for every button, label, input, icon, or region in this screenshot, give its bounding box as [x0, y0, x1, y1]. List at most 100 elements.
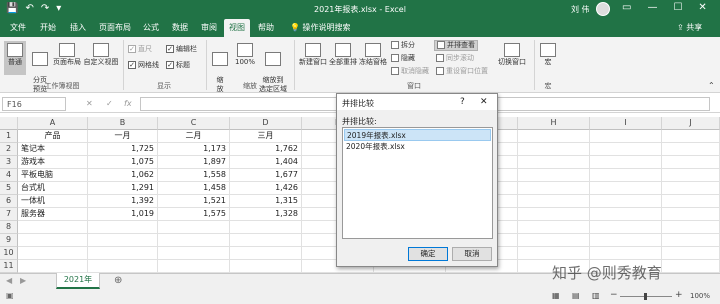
headings-checkbox[interactable]: ✓ 标题 — [166, 61, 190, 70]
insert-function-icon[interactable]: fx — [124, 99, 132, 108]
user-name[interactable]: 刘 伟 — [571, 4, 590, 15]
table-cell[interactable] — [18, 247, 88, 260]
table-cell[interactable] — [590, 234, 662, 247]
table-cell[interactable] — [590, 130, 662, 143]
table-cell[interactable]: 1,062 — [88, 169, 158, 182]
ruler-checkbox[interactable]: ✓ 直尺 — [128, 45, 152, 54]
table-cell[interactable] — [518, 143, 590, 156]
sheet-tab-2021[interactable]: 2021年 — [56, 273, 100, 289]
table-cell[interactable] — [518, 130, 590, 143]
list-item[interactable]: 2020年报表.xlsx — [344, 141, 491, 153]
table-cell[interactable] — [158, 221, 230, 234]
share-button[interactable]: ⇪ 共享 — [677, 22, 702, 33]
macro-record-icon[interactable]: ▣ — [6, 291, 14, 300]
custom-views-button[interactable]: 自定义视图 — [82, 43, 120, 67]
table-cell[interactable] — [662, 260, 720, 273]
table-cell[interactable]: 1,392 — [88, 195, 158, 208]
row-header[interactable]: 3 — [0, 156, 18, 169]
row-header[interactable]: 1 — [0, 130, 18, 143]
table-cell[interactable] — [230, 234, 302, 247]
table-cell[interactable] — [662, 247, 720, 260]
page-layout-view-button[interactable]: 页面布局 — [52, 43, 82, 67]
table-cell[interactable]: 1,328 — [230, 208, 302, 221]
maximize-button[interactable]: ☐ — [673, 2, 682, 13]
table-cell[interactable] — [158, 234, 230, 247]
table-cell[interactable] — [590, 182, 662, 195]
table-cell[interactable] — [662, 156, 720, 169]
ribbon-display-icon[interactable]: ▭ — [622, 2, 631, 13]
table-cell[interactable]: 服务器 — [18, 208, 88, 221]
unhide-button[interactable]: 取消隐藏 — [391, 67, 429, 76]
table-cell[interactable] — [18, 234, 88, 247]
table-cell[interactable] — [662, 182, 720, 195]
name-box[interactable]: F16 — [2, 97, 66, 111]
table-cell[interactable]: 1,521 — [158, 195, 230, 208]
table-cell[interactable] — [88, 221, 158, 234]
normal-view-status-icon[interactable]: ▦ — [552, 291, 560, 300]
close-icon[interactable]: ✕ — [480, 97, 488, 107]
table-cell[interactable] — [518, 221, 590, 234]
table-cell[interactable] — [230, 247, 302, 260]
table-cell[interactable]: 1,558 — [158, 169, 230, 182]
formula-bar-checkbox[interactable]: ✓ 编辑栏 — [166, 45, 197, 54]
row-header[interactable]: 6 — [0, 195, 18, 208]
collapse-ribbon-icon[interactable]: ⌃ — [708, 81, 715, 90]
table-cell[interactable] — [158, 247, 230, 260]
page-break-status-icon[interactable]: ▥ — [592, 291, 600, 300]
row-header[interactable]: 10 — [0, 247, 18, 260]
cancel-button[interactable]: 取消 — [452, 247, 492, 261]
table-cell[interactable] — [88, 247, 158, 260]
table-cell[interactable] — [590, 156, 662, 169]
table-cell[interactable] — [88, 260, 158, 273]
table-cell[interactable]: 台式机 — [18, 182, 88, 195]
table-cell[interactable] — [590, 143, 662, 156]
tab-home[interactable]: 开始 — [40, 22, 56, 33]
workbook-list[interactable]: 2019年报表.xlsx 2020年报表.xlsx — [342, 127, 493, 239]
tab-formulas[interactable]: 公式 — [143, 22, 159, 33]
column-header[interactable]: J — [662, 117, 720, 130]
column-header[interactable]: B — [88, 117, 158, 130]
split-button[interactable]: 拆分 — [391, 41, 415, 50]
table-cell[interactable]: 1,575 — [158, 208, 230, 221]
macros-button[interactable]: 宏 — [538, 43, 558, 67]
minimize-button[interactable]: — — [647, 2, 657, 13]
zoom-in-icon[interactable]: + — [675, 290, 683, 300]
column-header[interactable]: D — [230, 117, 302, 130]
table-cell[interactable]: 平板电脑 — [18, 169, 88, 182]
tab-view[interactable]: 视图 — [224, 19, 250, 37]
table-cell[interactable]: 1,173 — [158, 143, 230, 156]
table-cell[interactable] — [230, 260, 302, 273]
table-cell[interactable] — [518, 169, 590, 182]
table-cell[interactable] — [518, 182, 590, 195]
add-sheet-icon[interactable]: ⊕ — [114, 275, 122, 286]
gridlines-checkbox[interactable]: ✓ 网格线 — [128, 61, 159, 70]
tab-page-layout[interactable]: 页面布局 — [99, 22, 131, 33]
table-cell[interactable]: 1,315 — [230, 195, 302, 208]
normal-view-button[interactable]: 普通 — [4, 41, 26, 75]
table-cell[interactable] — [662, 143, 720, 156]
reset-window-position-button[interactable]: 重设窗口位置 — [436, 67, 488, 76]
row-header[interactable]: 8 — [0, 221, 18, 234]
row-header[interactable]: 9 — [0, 234, 18, 247]
table-cell[interactable]: 三月 — [230, 130, 302, 143]
table-cell[interactable] — [662, 221, 720, 234]
row-header[interactable]: 5 — [0, 182, 18, 195]
table-cell[interactable]: 一月 — [88, 130, 158, 143]
table-cell[interactable] — [18, 221, 88, 234]
view-side-by-side-button[interactable]: 并排查看 — [434, 40, 478, 51]
zoom-level[interactable]: 100% — [690, 292, 710, 300]
table-cell[interactable]: 1,075 — [88, 156, 158, 169]
cancel-icon[interactable]: ✕ — [86, 99, 93, 108]
table-cell[interactable]: 1,458 — [158, 182, 230, 195]
new-window-button[interactable]: 新建窗口 — [298, 43, 328, 67]
table-cell[interactable] — [662, 208, 720, 221]
row-header[interactable]: 11 — [0, 260, 18, 273]
table-cell[interactable]: 1,019 — [88, 208, 158, 221]
prev-sheet-icon[interactable]: ◀ — [6, 276, 12, 285]
arrange-all-button[interactable]: 全部重排 — [328, 43, 358, 67]
select-all-corner[interactable] — [0, 117, 18, 130]
table-cell[interactable] — [590, 208, 662, 221]
table-cell[interactable] — [662, 169, 720, 182]
table-cell[interactable] — [590, 195, 662, 208]
column-header[interactable]: A — [18, 117, 88, 130]
